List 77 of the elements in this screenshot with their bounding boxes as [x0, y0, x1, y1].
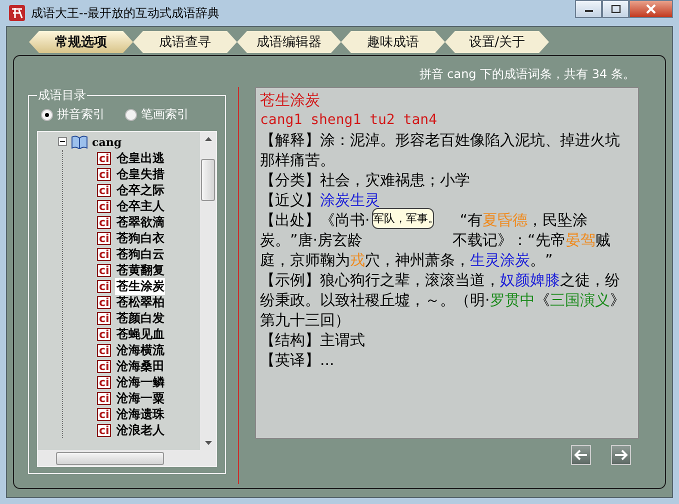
entry-paragraph: 【分类】社会，灾难祸患；小学 [260, 170, 471, 190]
tree-item[interactable]: 苍松翠柏 [115, 294, 166, 310]
tree-item[interactable]: 沧海一粟 [115, 390, 166, 406]
forward-button[interactable] [611, 445, 631, 465]
summary-text: 拼音 cang 下的成语词条，共有 34 条。 [418, 66, 636, 83]
maximize-button[interactable] [602, 0, 629, 18]
tree-item[interactable]: 苍狗白云 [115, 246, 166, 262]
tree-item[interactable]: 苍翠欲滴 [115, 214, 166, 230]
entry-paragraph: 【英译】... [260, 350, 336, 370]
idiom-icon: ci [97, 168, 112, 180]
idiom-icon: ci [97, 248, 112, 260]
idiom-icon: ci [97, 312, 112, 324]
app-icon [8, 4, 26, 22]
entry-paragraph: 【近义】涂炭生灵 [260, 190, 381, 210]
tree-item[interactable]: 苍蝇见血 [115, 326, 166, 342]
minimize-button[interactable] [575, 0, 602, 18]
idiom-icon: ci [97, 344, 112, 356]
idiom-icon: ci [97, 184, 112, 196]
tab[interactable]: 设置/关于 [445, 31, 549, 53]
entry-pinyin: cang1 sheng1 tu2 tan4 [260, 111, 438, 130]
tree-item[interactable]: 苍颜白发 [115, 310, 166, 326]
tree-item[interactable]: 仓卒之际 [115, 182, 166, 198]
close-button[interactable] [629, 0, 673, 18]
idiom-icon: ci [97, 152, 112, 164]
entry-paragraph: 【解释】涂：泥淖。形容老百姓像陷入泥坑、掉进火坑那样痛苦。 [260, 130, 621, 170]
scroll-down-icon[interactable] [204, 441, 212, 445]
scroll-thumb[interactable] [201, 159, 215, 201]
book-icon [71, 135, 88, 149]
window-title: 成语大王--最开放的互动式成语辞典 [31, 4, 220, 22]
vertical-scrollbar[interactable] [200, 132, 216, 450]
tree-item[interactable]: 沧海一鳞 [115, 374, 166, 390]
idiom-icon: ci [97, 232, 112, 244]
horizontal-scrollbar[interactable] [38, 450, 216, 466]
idiom-icon: ci [97, 392, 112, 404]
tree-item[interactable]: 仓皇出逃 [115, 150, 166, 166]
idiom-icon: ci [97, 200, 112, 212]
tooltip: 军队，军事。 [372, 208, 434, 229]
tab[interactable]: 常规选项 [29, 31, 133, 53]
tree-item[interactable]: 仓皇失措 [115, 166, 166, 182]
tree-item[interactable]: 苍狗白衣 [115, 230, 166, 246]
entry-paragraph: 【示例】狼心狗行之辈，滚滚当道，奴颜婢膝之徒，纷纷秉政。以致社稷丘墟，～。（明·罗贯中《三国演义》第九十三回） [260, 270, 626, 330]
tab[interactable]: 趣味成语 [341, 31, 445, 53]
arrow-right-icon [614, 449, 628, 461]
tree-item[interactable]: 沧海横流 [115, 342, 166, 358]
radio-label: 拼音索引 [57, 106, 105, 123]
arrow-left-icon [574, 449, 588, 461]
tab[interactable]: 成语查寻 [133, 31, 237, 53]
idiom-icon: ci [97, 328, 112, 340]
scroll-up-icon[interactable] [204, 137, 212, 141]
idiom-icon: ci [97, 424, 112, 436]
radio-icon[interactable] [125, 108, 137, 120]
radio-icon[interactable] [41, 108, 53, 120]
tree-item[interactable]: 仓卒主人 [115, 198, 166, 214]
collapse-icon[interactable] [58, 135, 67, 149]
entry-paragraph: 【结构】主谓式 [260, 330, 366, 350]
idiom-icon: ci [97, 216, 112, 228]
idiom-icon: ci [97, 264, 112, 276]
tab[interactable]: 成语编辑器 [237, 31, 341, 53]
close-icon [645, 4, 657, 14]
idiom-icon: ci [97, 408, 112, 420]
tree-item[interactable]: 沧海遗珠 [115, 406, 166, 422]
entry-title: 苍生涂炭 [260, 90, 321, 110]
back-button[interactable] [571, 445, 591, 465]
idiom-icon: ci [97, 296, 112, 308]
tree-item[interactable]: 沧浪老人 [115, 422, 166, 438]
scroll-thumb[interactable] [56, 452, 164, 465]
entry-paragraph: 【出处】《尚书· 军队，军事。 “有夏昏德，民坠涂炭。”唐·房玄龄 不载记》：“先帝晏驾贼庭，京师鞠为戎穴，神州萧条，生灵涂炭。” [260, 210, 634, 270]
tree-item[interactable]: 苍黄翻复 [115, 262, 166, 278]
idiom-icon: ci [97, 360, 112, 372]
maximize-icon [610, 5, 620, 13]
idiom-icon: ci [97, 280, 112, 292]
group-title: 成语目录 [37, 87, 87, 104]
tree-item[interactable]: 苍生涂炭 [115, 278, 166, 294]
radio-label: 笔画索引 [141, 106, 189, 123]
idiom-icon: ci [97, 376, 112, 388]
tree-node[interactable]: cang [92, 136, 122, 148]
tree-item[interactable]: 沧海桑田 [115, 358, 166, 374]
